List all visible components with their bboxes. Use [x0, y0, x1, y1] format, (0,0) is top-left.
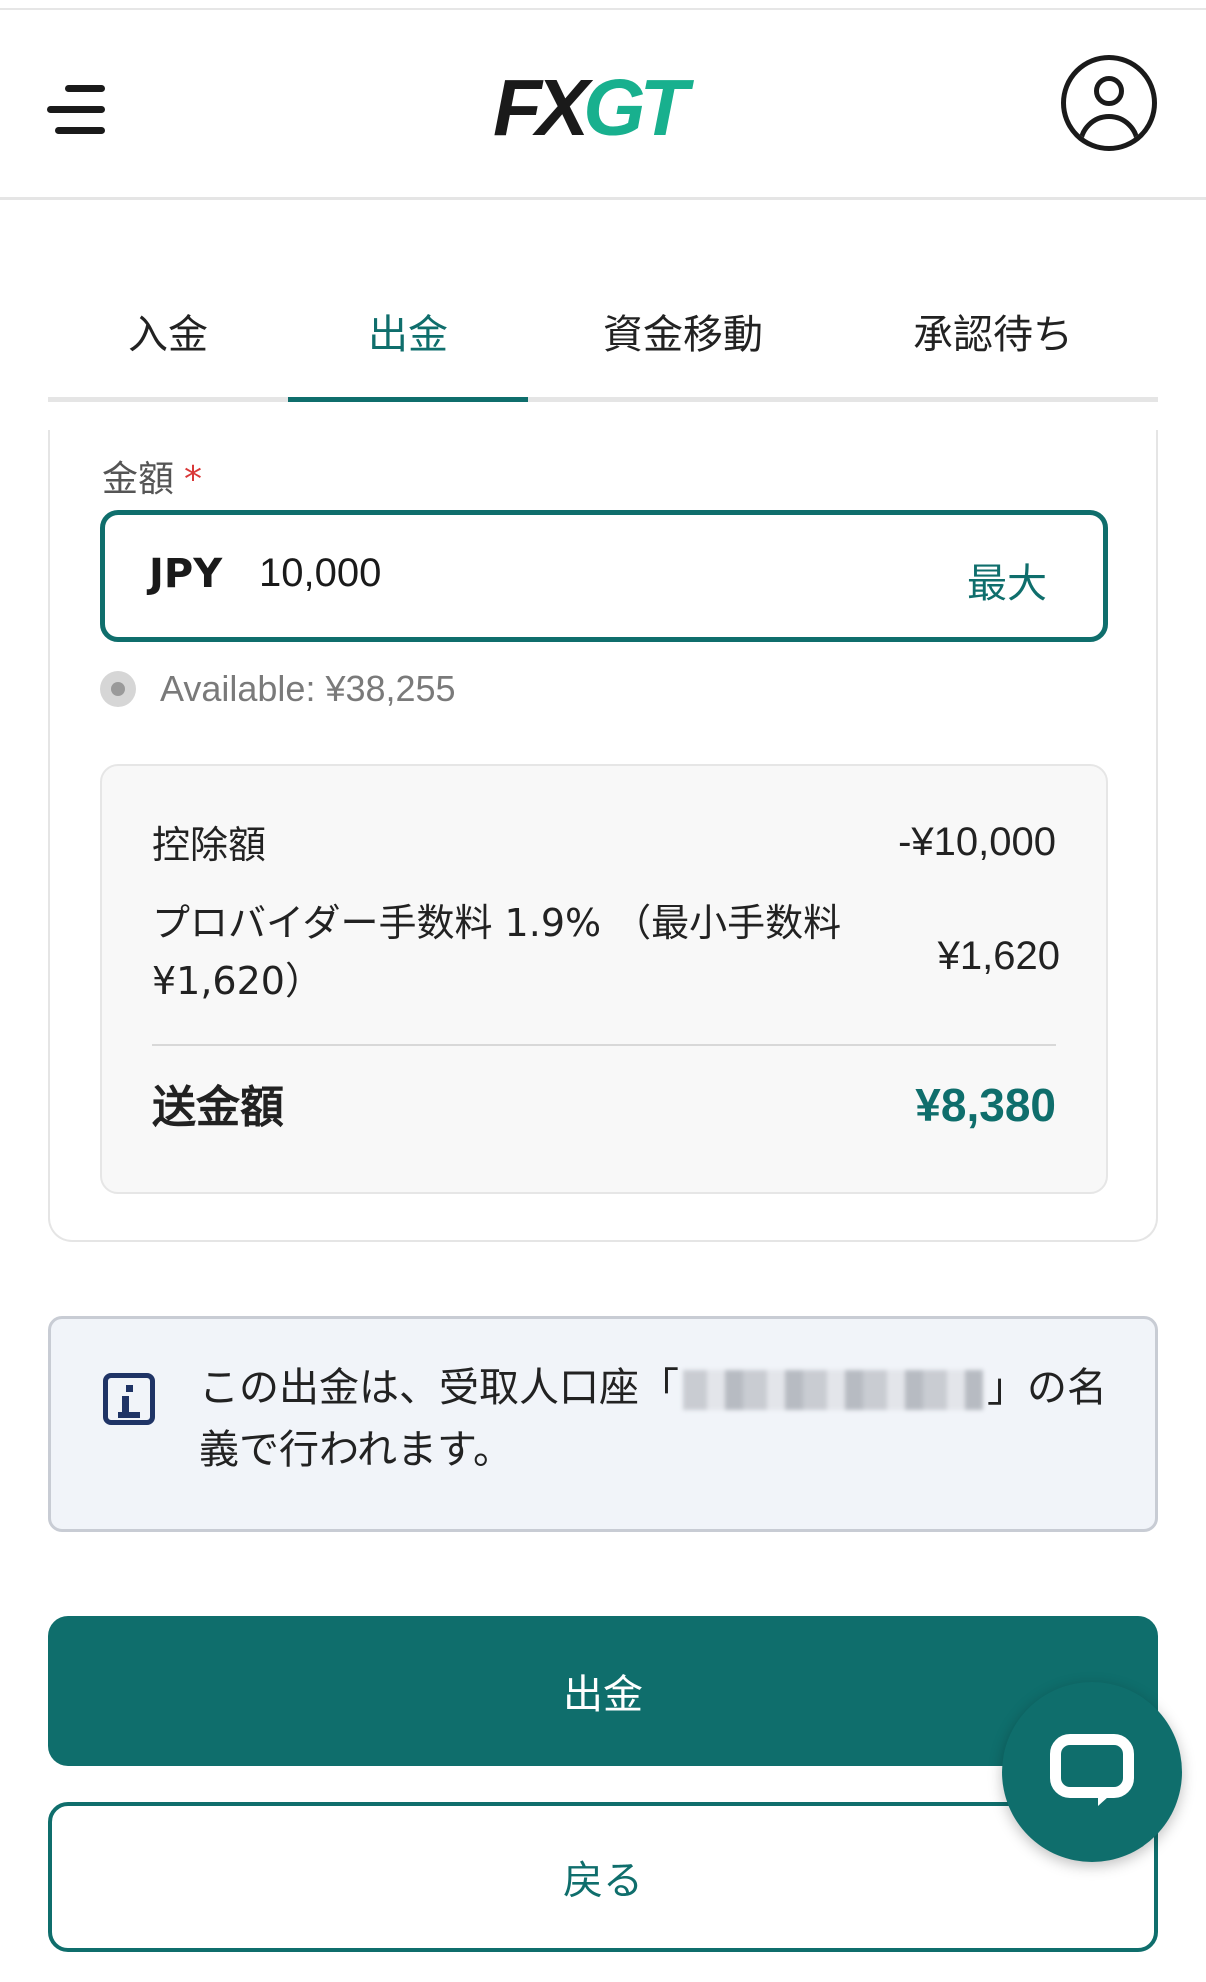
deduction-value: -¥10,000: [898, 820, 1056, 864]
tab-pending[interactable]: 承認待ち: [838, 290, 1148, 397]
amount-field[interactable]: JPY 最大: [100, 510, 1108, 642]
chat-icon[interactable]: [1002, 1682, 1182, 1862]
required-mark: *: [184, 459, 203, 500]
summary-row-total: 送金額 ¥8,380: [152, 1076, 1056, 1140]
summary-row-fee: プロバイダー手数料 1.9% （最小手数料 ¥1,620） ¥1,620: [152, 894, 1060, 1010]
available-balance: Available: ¥38,255: [100, 668, 456, 710]
available-text: Available: ¥38,255: [160, 668, 456, 709]
hamburger-icon[interactable]: [47, 80, 105, 140]
summary-divider: [152, 1044, 1056, 1046]
status-bar-divider: [0, 0, 1206, 10]
fee-value: ¥1,620: [937, 934, 1060, 978]
balance-indicator-icon: [100, 671, 136, 707]
back-button[interactable]: 戻る: [48, 1802, 1158, 1952]
funds-tabs: 入金 出金 資金移動 承認待ち: [48, 290, 1158, 402]
user-icon[interactable]: [1061, 55, 1157, 151]
withdraw-summary: 控除額 -¥10,000 プロバイダー手数料 1.9% （最小手数料 ¥1,62…: [100, 764, 1108, 1194]
tab-transfer[interactable]: 資金移動: [528, 290, 838, 397]
max-button[interactable]: 最大: [967, 551, 1047, 609]
summary-row-deduction: 控除額 -¥10,000: [152, 816, 1056, 874]
redacted-account-name: [683, 1370, 983, 1410]
fxgt-logo[interactable]: FXGT: [493, 68, 688, 148]
fee-label: プロバイダー手数料 1.9% （最小手数料 ¥1,620）: [152, 901, 842, 1003]
tab-withdraw[interactable]: 出金: [288, 290, 528, 402]
amount-input[interactable]: [259, 551, 759, 596]
withdraw-form-card: 金額* JPY 最大 Available: ¥38,255 控除額 -¥10,0…: [48, 430, 1158, 1242]
app-header: FXGT: [0, 10, 1206, 200]
info-icon: [103, 1373, 155, 1425]
currency-code: JPY: [149, 551, 223, 597]
total-value: ¥8,380: [915, 1079, 1056, 1131]
notice-text: この出金は、受取人口座「 」の名義で行われます。: [199, 1365, 1107, 1473]
tab-deposit[interactable]: 入金: [48, 290, 288, 397]
account-holder-notice: この出金は、受取人口座「 」の名義で行われます。: [48, 1316, 1158, 1532]
amount-label: 金額 *: [102, 459, 203, 500]
withdraw-button[interactable]: 出金: [48, 1616, 1158, 1766]
